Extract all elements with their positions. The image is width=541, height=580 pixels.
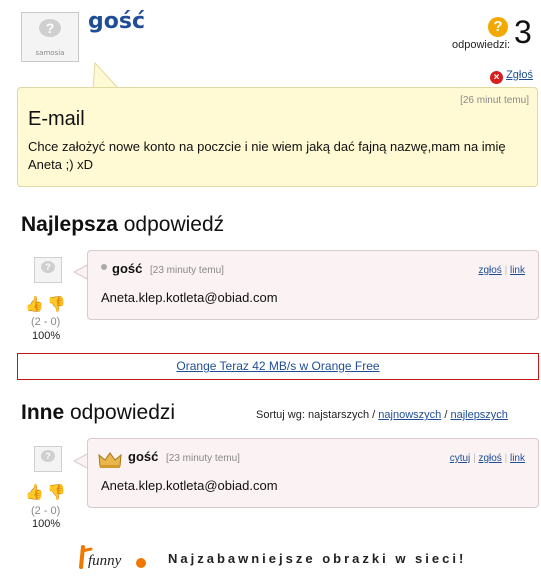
- bullet-icon: [101, 264, 107, 270]
- crown-icon: [98, 452, 122, 468]
- best-heading-rest: odpowiedź: [117, 213, 225, 236]
- question-box: [26 minut temu] E-mail Chce założyć nowe…: [17, 87, 538, 187]
- answer-time: [23 minuty temu]: [166, 453, 240, 464]
- answer-author[interactable]: gość: [112, 261, 142, 276]
- answer-links: cytuj | zgłoś | link: [449, 453, 525, 464]
- thumbs-down-icon[interactable]: 👎: [47, 485, 66, 500]
- best-answer-avatar[interactable]: ?: [34, 257, 62, 283]
- sort-bar: Sortuj wg: najstarszych / najnowszych / …: [256, 409, 508, 421]
- answers-count: 3: [514, 14, 532, 50]
- answer-text: Aneta.klep.kotleta@obiad.com: [101, 290, 278, 305]
- funny-logo-text: funny: [88, 553, 122, 569]
- answer-permalink[interactable]: link: [510, 265, 525, 276]
- avatar-question-icon: ?: [39, 19, 61, 37]
- report-answer-link[interactable]: zgłoś: [478, 453, 501, 464]
- best-answer-heading: Najlepsza odpowiedź: [21, 213, 224, 237]
- other-answer-avatar[interactable]: ?: [34, 446, 62, 472]
- avatar[interactable]: ? samosia: [21, 12, 79, 62]
- sort-separator: /: [444, 409, 448, 421]
- thumbs-up-icon[interactable]: 👍: [25, 297, 44, 312]
- funny-logo: funny: [79, 545, 146, 569]
- ad-link[interactable]: Orange Teraz 42 MB/s w Orange Free: [176, 359, 379, 373]
- ad-banner: Orange Teraz 42 MB/s w Orange Free: [17, 353, 539, 380]
- question-time: [26 minut temu]: [460, 95, 529, 106]
- vote-score: (2 - 0): [31, 316, 61, 328]
- question-title: E-mail: [28, 108, 85, 130]
- report-label[interactable]: Zgłoś: [506, 69, 533, 81]
- sort-label: Sortuj wg: najstarszych /: [256, 409, 376, 421]
- avatar-logo-text: samosia: [35, 49, 65, 57]
- vote-score: (2 - 0): [31, 505, 61, 517]
- thumbs-up-icon[interactable]: 👍: [25, 485, 44, 500]
- question-mark-icon: ?: [488, 17, 508, 37]
- avatar-question-icon: ?: [41, 450, 55, 462]
- answer-links: zgłoś | link: [478, 265, 525, 276]
- sort-best-link[interactable]: najlepszych: [450, 409, 507, 421]
- question-bubble-tail: [92, 62, 120, 89]
- other-answers-heading: Inne odpowiedzi: [21, 401, 175, 425]
- answer-text: Aneta.klep.kotleta@obiad.com: [101, 478, 278, 493]
- others-heading-bold: Inne: [21, 401, 65, 424]
- close-icon: ×: [490, 71, 503, 84]
- best-heading-bold: Najlepsza: [21, 213, 118, 236]
- question-author[interactable]: gość: [88, 9, 145, 34]
- other-answer-box: gość [23 minuty temu] cytuj | zgłoś | li…: [87, 438, 539, 508]
- best-answer-box: gość [23 minuty temu] zgłoś | link Aneta…: [87, 250, 539, 320]
- question-body: Chce założyć nowe konto na poczcie i nie…: [28, 139, 506, 172]
- quote-answer-link[interactable]: cytuj: [450, 453, 471, 464]
- thumbs-down-icon[interactable]: 👎: [47, 297, 66, 312]
- sort-newest-link[interactable]: najnowszych: [378, 409, 441, 421]
- answers-label: odpowiedzi:: [452, 39, 511, 51]
- vote-percent: 100%: [32, 518, 61, 530]
- footer-tagline: Najzabawniejsze obrazki w sieci!: [168, 551, 467, 566]
- answer-permalink[interactable]: link: [510, 453, 525, 464]
- report-question-link[interactable]: × Zgłoś: [490, 69, 533, 84]
- avatar-question-icon: ?: [41, 261, 55, 273]
- vote-percent: 100%: [32, 330, 61, 342]
- answer-author[interactable]: gość: [128, 449, 158, 464]
- others-heading-rest: odpowiedzi: [64, 401, 176, 424]
- answer-time: [23 minuty temu]: [150, 265, 224, 276]
- report-answer-link[interactable]: zgłoś: [478, 265, 501, 276]
